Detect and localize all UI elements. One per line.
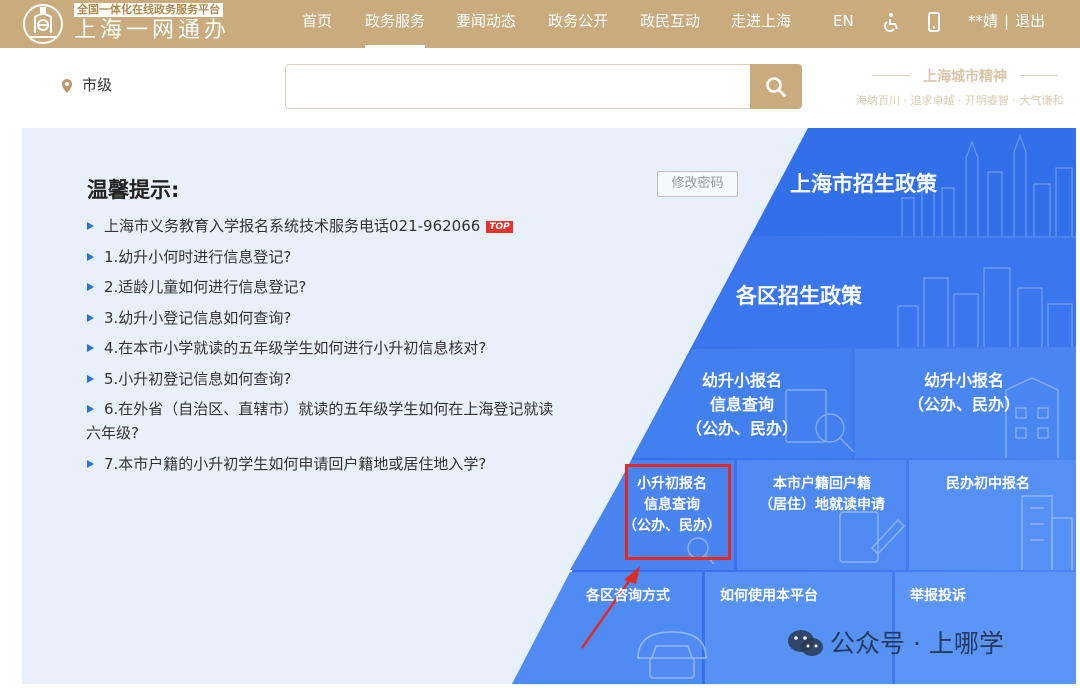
label-line: 幼升小报名 — [923, 371, 1004, 390]
slogan-title: 上海城市精神 — [872, 66, 1058, 86]
brand-name[interactable]: 上海一网通办 — [74, 17, 230, 45]
search-icon — [766, 76, 786, 97]
enrollment-panel: 温馨提示: 修改密码 上海市义务教育入学报名系统技术服务电话021-962066… — [22, 128, 1076, 684]
mobile-phone-icon[interactable] — [925, 12, 943, 32]
user-separator: | — [1004, 12, 1010, 30]
tile-district-contact-label[interactable]: 各区咨询方式 — [586, 586, 670, 607]
tile-private-middle-label[interactable]: 民办初中报名 — [946, 474, 1030, 495]
shanghai-logo-icon[interactable] — [22, 3, 64, 45]
search-input[interactable] — [285, 64, 752, 109]
slogan-subtitle: 海纳百川 · 追求卓越 · 开明睿智 · 大气谦和 — [856, 94, 1064, 107]
highlight-box — [625, 464, 731, 560]
tile-hukou-apply-label[interactable]: 本市户籍回户籍 （居住）地就读申请 — [746, 474, 898, 516]
user-area: **婧 | 退出 — [968, 0, 1045, 42]
user-name[interactable]: **婧 — [968, 12, 998, 30]
nav-news[interactable]: 要闻动态 — [456, 0, 516, 48]
watermark-text: 公众号 · 上哪学 — [830, 629, 1004, 658]
tile-kinder-query-label[interactable]: 幼升小报名 信息查询 （公办、民办） — [686, 369, 798, 441]
tile-complaint-label[interactable]: 举报投诉 — [910, 586, 966, 607]
nav-english[interactable]: EN — [833, 0, 854, 48]
nav-about-shanghai[interactable]: 走进上海 — [731, 0, 791, 48]
label-line: （公办、民办） — [686, 419, 799, 438]
tile-district-policy-label[interactable]: 各区招生政策 — [736, 280, 862, 310]
accessibility-icon[interactable] — [882, 12, 900, 32]
label-line: 信息查询 — [709, 395, 774, 414]
nav-interaction[interactable]: 政民互动 — [640, 0, 700, 48]
platform-tag: 全国一体化在线政务服务平台 — [74, 3, 223, 17]
nav-public-affairs[interactable]: 政务公开 — [548, 0, 608, 48]
location-selector[interactable]: 市级 — [82, 74, 112, 96]
search-button[interactable] — [750, 64, 802, 109]
tile-kinder-signup-label[interactable]: 幼升小报名 （公办、民办） — [908, 369, 1020, 417]
tile-city-policy-label[interactable]: 上海市招生政策 — [790, 168, 937, 198]
nav-home[interactable]: 首页 — [302, 0, 332, 48]
label-line: 幼升小报名 — [701, 371, 782, 390]
tile-how-to-use-label[interactable]: 如何使用本平台 — [720, 586, 818, 607]
location-pin-icon — [62, 79, 72, 93]
label-line: （居住）地就读申请 — [759, 497, 885, 513]
nav-government-services[interactable]: 政务服务 — [365, 0, 426, 48]
label-line: （公办、民办） — [908, 395, 1021, 414]
label-line: 本市户籍回户籍 — [773, 476, 871, 492]
logout-link[interactable]: 退出 — [1015, 12, 1045, 30]
top-navigation-bar: 全国一体化在线政务服务平台 上海一网通办 首页 政务服务 要闻动态 政务公开 政… — [0, 0, 1080, 48]
wechat-icon — [788, 630, 823, 656]
